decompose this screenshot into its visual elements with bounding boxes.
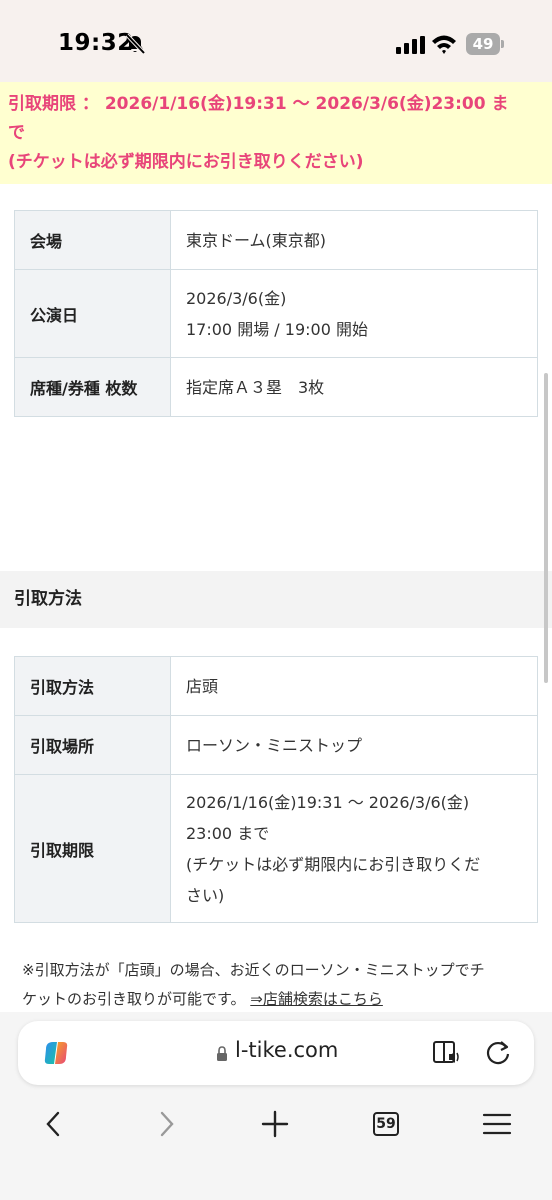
row-value: 東京ドーム(東京都) [170,210,538,270]
pickup-info-table: 引取方法 店頭 引取場所 ローソン・ミニストップ 引取期限 2026/1/16(… [14,656,538,923]
pickup-deadline-notice: 引取期限 ： 2026/1/16(金)19:31 〜 2026/3/6(金)23… [0,82,552,184]
notice-line: (チケットは必ず期限内にお引き取りください) [8,152,364,172]
copilot-icon[interactable] [40,1037,72,1069]
row-label: 引取方法 [14,656,171,716]
tabs-button[interactable]: 59 [366,1106,406,1142]
table-row: 公演日 2026/3/6(金) 17:00 開場 / 19:00 開始 [14,269,538,358]
row-label: 引取場所 [14,715,171,775]
reload-icon[interactable] [484,1039,512,1067]
venue-value: 東京ドーム(東京都) [186,230,327,250]
scrollbar[interactable] [544,373,548,683]
footnote-line: ケットのお引き取りが可能です。 ⇒店舗検索はこちら [22,985,542,1014]
status-bar: 19:32 49 [0,0,552,82]
table-row: 引取場所 ローソン・ミニストップ [14,715,538,775]
row-value: 指定席Ａ３塁 3枚 [170,357,538,417]
url-text[interactable]: l-tike.com [235,1038,338,1062]
lock-icon [217,1046,227,1061]
cellular-signal-icon [396,36,425,54]
row-label: 会場 [14,210,171,270]
table-row: 引取方法 店頭 [14,656,538,716]
new-tab-button[interactable] [255,1106,295,1142]
performance-date: 2026/3/6(金) [186,288,287,308]
notice-line: 引取期限 ： 2026/1/16(金)19:31 〜 2026/3/6(金)23… [8,94,509,114]
tab-count-box: 59 [373,1112,399,1136]
pickup-place-value: ローソン・ミニストップ [186,735,363,755]
footnote-line: ※引取方法が「店頭」の場合、お近くのローソン・ミニストップでチ [22,961,485,979]
table-row: 引取期限 2026/1/16(金)19:31 〜 2026/3/6(金) 23:… [14,774,538,923]
row-value: 2026/1/16(金)19:31 〜 2026/3/6(金) 23:00 まで… [170,774,538,923]
pickup-method-value: 店頭 [186,676,219,696]
row-label: 引取期限 [14,774,171,923]
row-label: 席種/券種 枚数 [14,357,171,417]
pickup-deadline-line: 23:00 まで [186,823,270,843]
event-info-table: 会場 東京ドーム(東京都) 公演日 2026/3/6(金) 17:00 開場 /… [14,210,538,417]
back-button[interactable] [34,1106,74,1142]
pickup-deadline-line: さい) [186,885,225,905]
wifi-icon [432,35,456,54]
row-value: 2026/3/6(金) 17:00 開場 / 19:00 開始 [170,269,538,358]
chevron-right-icon [160,1111,174,1137]
row-value: ローソン・ミニストップ [170,715,538,775]
chevron-left-icon [46,1111,60,1137]
status-time: 19:32 [58,30,134,56]
footnote-text: ケットのお引き取りが可能です。 [22,990,251,1008]
hamburger-menu-icon [482,1113,512,1135]
menu-button[interactable] [477,1106,517,1142]
forward-button[interactable] [146,1106,186,1142]
reader-mode-icon[interactable] [432,1039,462,1067]
battery-level: 49 [466,33,500,55]
pickup-deadline-line: (チケットは必ず期限内にお引き取りくだ [186,854,481,874]
address-bar[interactable]: l-tike.com [18,1021,534,1085]
plus-icon [261,1110,289,1138]
store-search-link[interactable]: ⇒店舗検索はこちら [250,990,383,1008]
row-value: 店頭 [170,656,538,716]
table-row: 席種/券種 枚数 指定席Ａ３塁 3枚 [14,357,538,417]
section-title: 引取方法 [0,571,552,628]
table-row: 会場 東京ドーム(東京都) [14,210,538,270]
battery-icon: 49 [466,33,504,55]
row-label: 公演日 [14,269,171,358]
performance-time: 17:00 開場 / 19:00 開始 [186,319,368,339]
pickup-deadline-line: 2026/1/16(金)19:31 〜 2026/3/6(金) [186,792,470,812]
bell-slash-icon [125,33,146,55]
seat-value: 指定席Ａ３塁 3枚 [186,377,325,397]
pickup-footnote: ※引取方法が「店頭」の場合、お近くのローソン・ミニストップでチ ケットのお引き取… [22,956,542,1014]
notice-line: で [8,123,25,143]
